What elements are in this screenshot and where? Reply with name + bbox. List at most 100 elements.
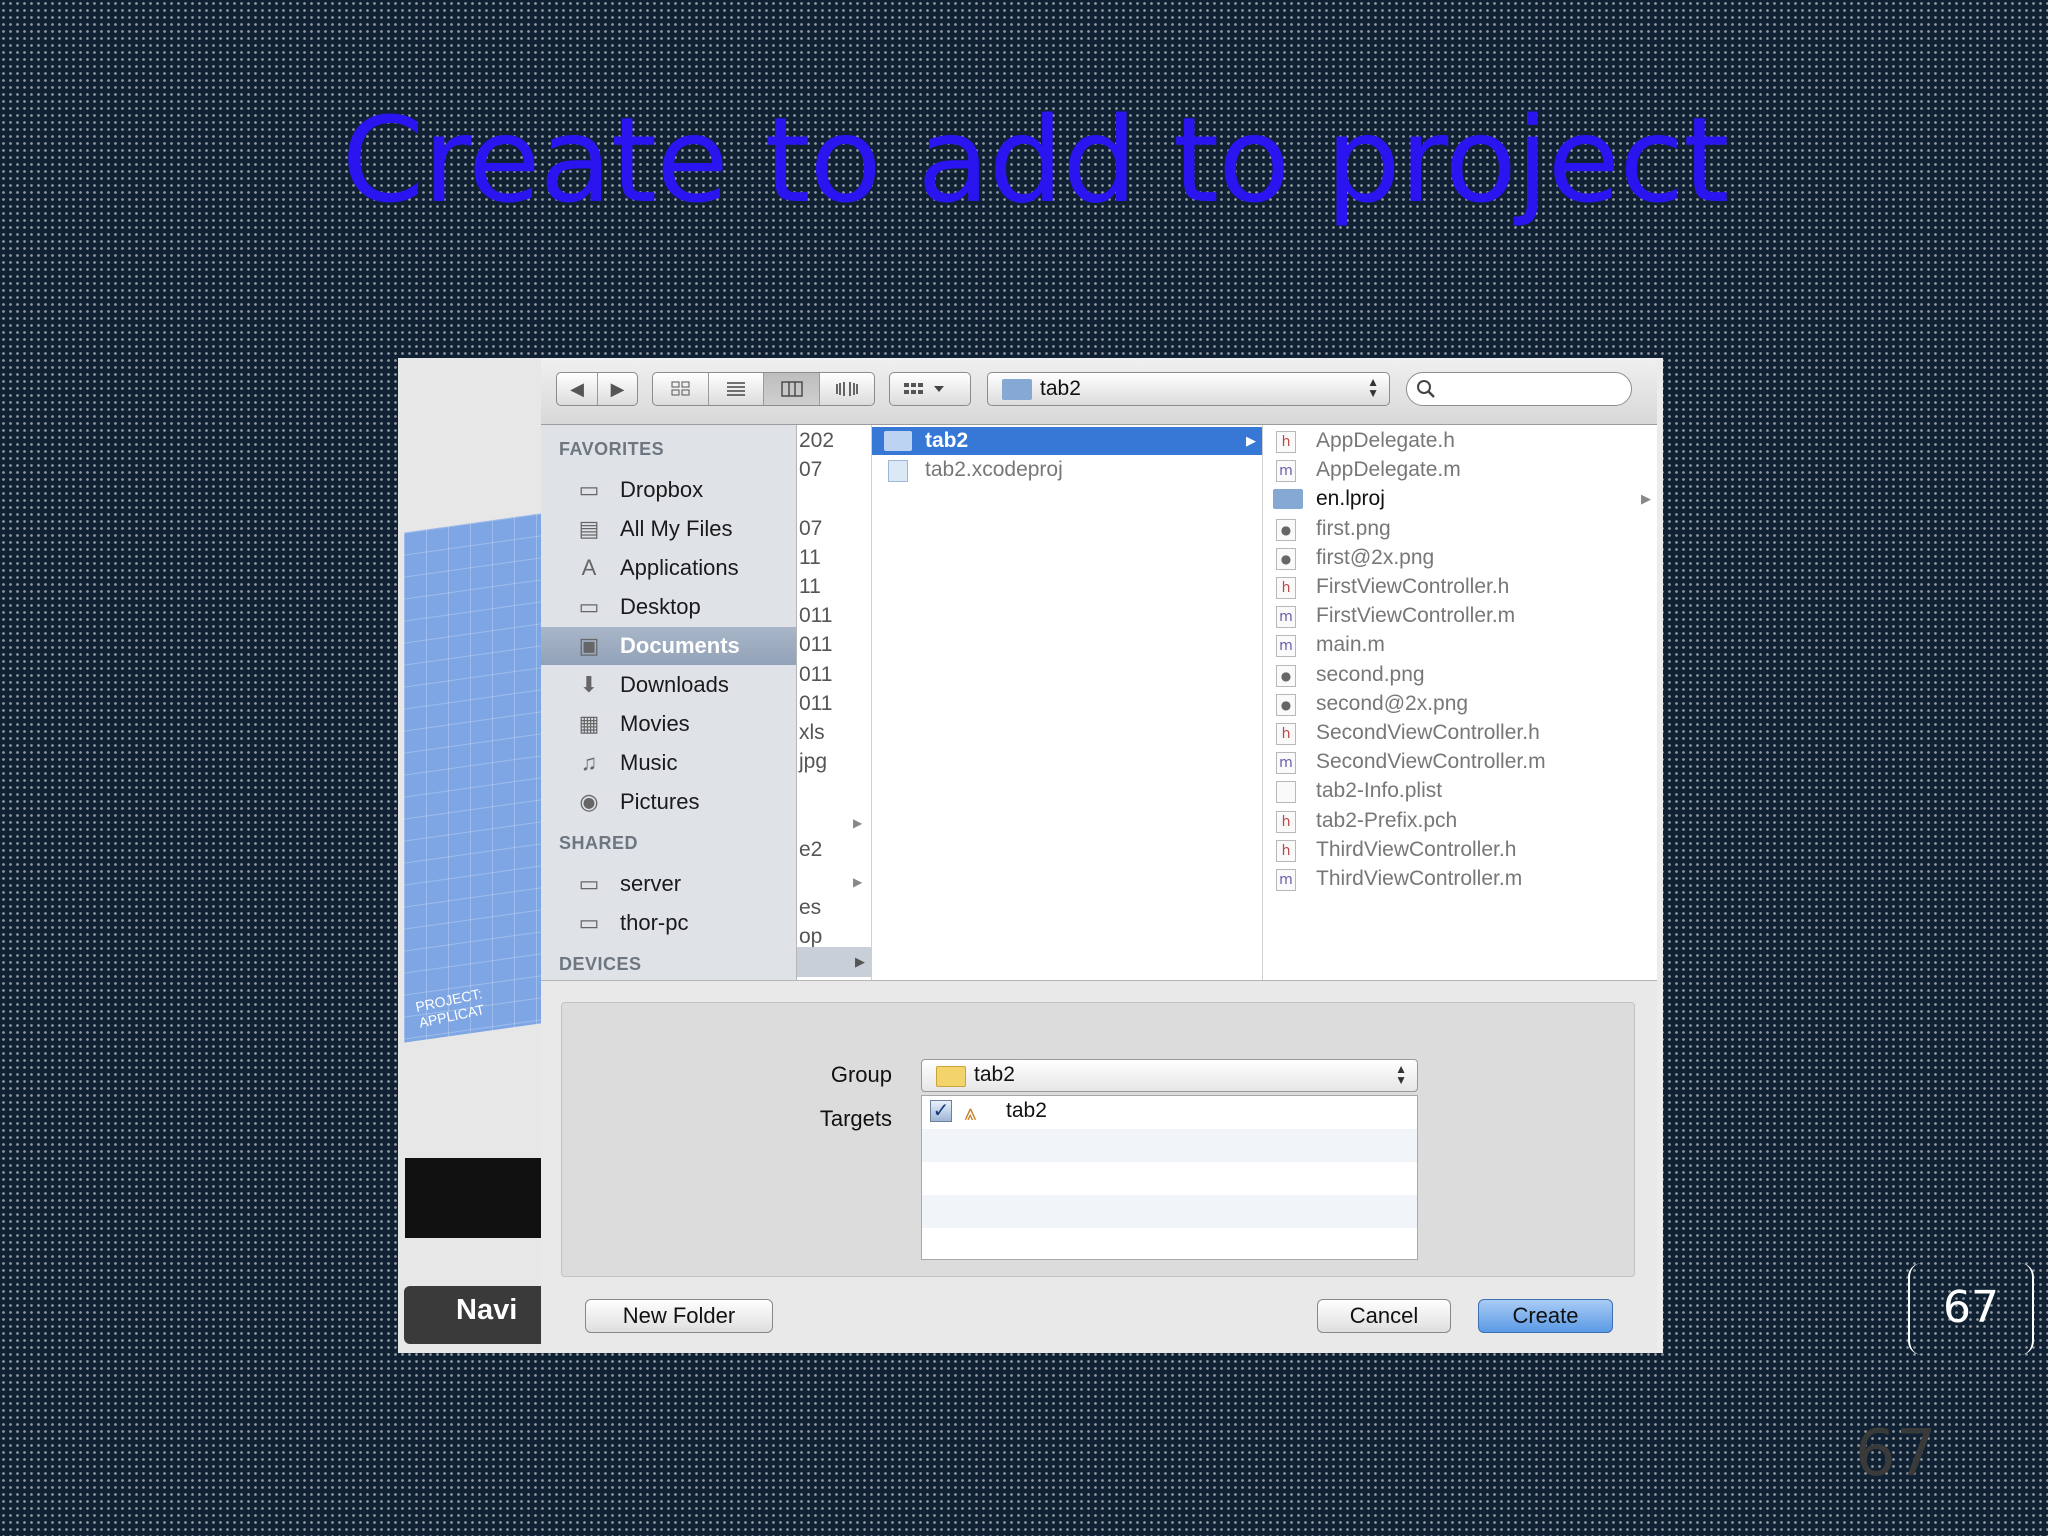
create-button[interactable]: Create	[1478, 1299, 1613, 1333]
list-item[interactable]: 07	[799, 458, 822, 482]
file-row[interactable]: h tab2-Prefix.pch	[1263, 807, 1657, 835]
forward-button[interactable]: ▶	[597, 373, 637, 405]
path-popup[interactable]: tab2 ▲ ▼	[987, 372, 1390, 406]
sidebar-item-documents[interactable]: ▣ Documents	[541, 627, 796, 665]
back-icon: ◀	[570, 378, 584, 399]
desktop-icon: ▭	[578, 594, 600, 619]
file-row[interactable]: m ThirdViewController.m	[1263, 865, 1657, 893]
browser-column-project: tab2 ▶ tab2.xcodeproj	[872, 425, 1263, 980]
list-item[interactable]: e2	[799, 838, 822, 862]
downloads-icon: ⬇	[579, 672, 599, 697]
column-view-button[interactable]	[763, 373, 819, 405]
file-name: second@2x.png	[1316, 691, 1469, 715]
sidebar: FAVORITES ▭ Dropbox ▤ All My Files A Applicat…	[541, 425, 797, 980]
sidebar-item-desktop[interactable]: ▭ Desktop	[541, 588, 796, 626]
icon-view-icon	[671, 381, 689, 396]
sidebar-item-music[interactable]: ♫ Music	[541, 744, 796, 782]
selected-row-inactive[interactable]: ▶	[797, 947, 871, 977]
search-icon	[1417, 380, 1435, 398]
target-empty-row	[922, 1195, 1417, 1228]
file-name: first.png	[1316, 516, 1391, 540]
pictures-icon: ◉	[579, 789, 599, 814]
sidebar-item-label: Dropbox	[620, 477, 704, 502]
icon-view-button[interactable]	[653, 373, 708, 405]
sidebar-item-label: Applications	[620, 555, 739, 580]
file-row[interactable]: h ThirdViewController.h	[1263, 836, 1657, 864]
file-row[interactable]: tab2-Info.plist	[1263, 777, 1657, 805]
cancel-button[interactable]: Cancel	[1317, 1299, 1451, 1333]
header-file-icon: h	[1276, 810, 1296, 833]
sidebar-item-pictures[interactable]: ◉ Pictures	[541, 783, 796, 821]
targets-list: ✓ ⩓ tab2	[921, 1095, 1418, 1260]
search-input[interactable]	[1443, 377, 1627, 400]
file-row[interactable]: h SecondViewController.h	[1263, 719, 1657, 747]
sidebar-item-label: Movies	[620, 711, 690, 736]
file-row[interactable]: ● first.png	[1263, 515, 1657, 543]
file-row[interactable]: h AppDelegate.h	[1263, 427, 1657, 455]
file-row[interactable]: en.lproj ▶	[1263, 485, 1657, 513]
list-item[interactable]: 11	[799, 575, 821, 599]
list-item[interactable]: op	[799, 925, 822, 949]
sidebar-item-server[interactable]: ▭ server	[541, 865, 796, 903]
target-row[interactable]: ✓ ⩓ tab2	[922, 1096, 1417, 1129]
file-row[interactable]: tab2 ▶	[872, 427, 1262, 455]
list-item[interactable]: xls	[799, 721, 825, 745]
list-item[interactable]: 11	[799, 546, 821, 570]
file-row[interactable]: ● second@2x.png	[1263, 690, 1657, 718]
file-name: AppDelegate.m	[1316, 458, 1461, 482]
file-row[interactable]: ● first@2x.png	[1263, 544, 1657, 572]
sidebar-item-movies[interactable]: ▦ Movies	[541, 705, 796, 743]
target-checkbox[interactable]: ✓	[930, 1100, 952, 1122]
source-file-icon: m	[1276, 869, 1296, 891]
arrange-icon	[904, 383, 944, 394]
file-name: second.png	[1316, 662, 1425, 686]
sidebar-item-all-my-files[interactable]: ▤ All My Files	[541, 510, 796, 548]
sidebar-item-label: All My Files	[620, 516, 733, 541]
list-item[interactable]: 011	[799, 663, 832, 687]
browser-column-parent: 202 07 07 11 11 011 011 011 011 xls jpg e2 es op ▶ ▶ ▶	[797, 425, 872, 980]
arrange-button[interactable]	[889, 372, 971, 406]
list-item[interactable]: 07	[799, 517, 822, 541]
list-item[interactable]: jpg	[799, 750, 827, 774]
save-dialog: ◀ ▶ tab2 ▲ ▼ FAVORITES ▭ Dropbox ▤ All M…	[541, 358, 1657, 1353]
file-name: FirstViewController.h	[1316, 575, 1510, 598]
group-popup[interactable]: tab2 ▲ ▼	[921, 1059, 1418, 1092]
disclosure-arrow-icon: ▶	[1246, 433, 1256, 448]
computer-icon: ▭	[578, 910, 600, 935]
coverflow-view-button[interactable]	[819, 373, 874, 405]
updown-arrows-icon: ▲ ▼	[1367, 375, 1379, 400]
options-box: Group tab2 ▲ ▼ Targets ✓ ⩓ tab2	[561, 1002, 1635, 1277]
file-row[interactable]: tab2.xcodeproj	[872, 456, 1262, 484]
file-row[interactable]: m FirstViewController.m	[1263, 602, 1657, 630]
sidebar-item-applications[interactable]: A Applications	[541, 549, 796, 587]
file-row[interactable]: m AppDelegate.m	[1263, 456, 1657, 484]
image-file-icon: ●	[1276, 518, 1296, 541]
header-file-icon: h	[1276, 723, 1296, 745]
sidebar-item-downloads[interactable]: ⬇ Downloads	[541, 666, 796, 704]
search-field[interactable]	[1406, 372, 1632, 406]
image-file-icon: ●	[1276, 693, 1296, 716]
file-row[interactable]: ● second.png	[1263, 661, 1657, 689]
list-item[interactable]: es	[799, 896, 821, 920]
list-item[interactable]: 011	[799, 633, 832, 657]
new-folder-button[interactable]: New Folder	[585, 1299, 773, 1333]
sidebar-item-dropbox[interactable]: ▭ Dropbox	[541, 471, 796, 509]
browser-column-files: h AppDelegate.h m AppDelegate.m en.lproj ▶ ● fi…	[1263, 425, 1657, 980]
background-nav-label: Navi	[456, 1294, 518, 1326]
file-row[interactable]: m main.m	[1263, 631, 1657, 659]
list-item[interactable]: 202	[799, 429, 834, 453]
movies-icon: ▦	[578, 711, 600, 736]
list-item[interactable]: 011	[799, 604, 832, 628]
targets-label: Targets	[819, 1106, 892, 1131]
sidebar-item-thor-pc[interactable]: ▭ thor-pc	[541, 904, 796, 942]
list-view-button[interactable]	[708, 373, 763, 405]
file-name: SecondViewController.h	[1316, 721, 1540, 744]
applications-icon: A	[581, 555, 597, 580]
back-button[interactable]: ◀	[557, 373, 597, 405]
list-item[interactable]: 011	[799, 692, 832, 716]
file-row[interactable]: m SecondViewController.m	[1263, 748, 1657, 776]
sidebar-item-label: Downloads	[620, 672, 729, 697]
file-row[interactable]: h FirstViewController.h	[1263, 573, 1657, 601]
source-file-icon: m	[1276, 635, 1296, 658]
file-name: first@2x.png	[1316, 545, 1435, 569]
